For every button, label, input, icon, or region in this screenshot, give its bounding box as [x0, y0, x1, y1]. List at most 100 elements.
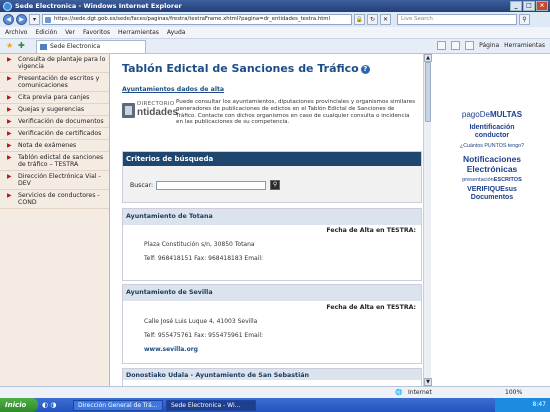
internet-zone-icon: 🌐 [395, 389, 403, 396]
search-icon[interactable]: ⚲ [519, 14, 530, 25]
tab-sede-electronica[interactable]: Sede Electronica [36, 39, 147, 53]
entity-phones: Telf: 968418151 Fax: 968418183 Email: [144, 255, 264, 262]
taskbar-button-dgt[interactable]: Dirección General de Trá... [73, 399, 163, 411]
sidebar-item-dev[interactable]: ▶ Dirección Electrónica Vial - DEV [0, 171, 109, 190]
fecha-alta-label: Fecha de Alta en TESTRA: [326, 227, 416, 234]
maximize-button[interactable]: □ [523, 1, 535, 11]
dropdown-icon[interactable]: ▾ [29, 14, 40, 25]
identificacion-conductor-link[interactable]: Identificación conductor [452, 124, 532, 140]
menu-bar: Archivo Edición Ver Favoritos Herramient… [0, 27, 550, 39]
pago-multas-link[interactable]: pagoDeMULTAS [434, 110, 550, 119]
document-icon [122, 103, 135, 118]
sidebar-item-cita-previa[interactable]: ▶ Cita previa para canjes [0, 92, 109, 104]
entity-name: Donostiako Udala - Ayuntamiento de San S… [123, 369, 421, 380]
taskbar-button-sede[interactable]: Sede Electronica - Wi... [166, 399, 256, 411]
presentacion-escritos-link[interactable]: presentaciónESCRITOS [434, 177, 550, 183]
vertical-scrollbar[interactable]: ▲ ▼ [423, 54, 432, 386]
favorites-star-icon[interactable]: ★ [6, 42, 14, 50]
verifique-documentos-link[interactable]: VERIFIQUEsus Documentos [452, 186, 532, 202]
search-row: Buscar: ⚲ [130, 180, 281, 190]
url-field[interactable]: https://sede.dgt.gob.es/sede/faces/pagin… [42, 14, 352, 25]
clock: 8:47 [532, 401, 546, 408]
menu-archivo[interactable]: Archivo [5, 29, 27, 36]
menu-herramientas[interactable]: Herramientas [118, 29, 159, 36]
arrow-icon: ▶ [7, 56, 12, 63]
notificaciones-electronicas-link[interactable]: Notificaciones Electrónicas [442, 154, 542, 174]
tab-toolbar: ★ ✚ Sede Electronica Página Herramientas [0, 39, 550, 54]
home-icon[interactable] [437, 41, 447, 50]
entity-name: Ayuntamiento de Totana [123, 209, 421, 225]
tools-menu[interactable]: Herramientas [504, 42, 545, 49]
arrow-icon: ▶ [7, 130, 12, 137]
feeds-icon[interactable] [451, 41, 461, 50]
entity-website-link[interactable]: www.sevilla.org [144, 346, 198, 353]
search-header: Criterios de búsqueda [123, 152, 421, 166]
arrow-icon: ▶ [7, 142, 12, 149]
refresh-icon[interactable]: ↻ [367, 14, 378, 25]
menu-favoritos[interactable]: Favoritos [83, 29, 110, 36]
sidebar-item-verificacion-certificados[interactable]: ▶ Verificación de certificados [0, 128, 109, 140]
sidebar-item-cond[interactable]: ▶ Servicios de conductores - COND [0, 190, 109, 209]
entity-name: Ayuntamiento de Sevilla [123, 285, 421, 301]
lock-icon[interactable]: 🔒 [354, 14, 365, 25]
search-panel: Criterios de búsqueda Buscar: ⚲ [122, 151, 422, 203]
right-panel: pagoDeMULTAS Identificación conductor ¿C… [434, 54, 550, 386]
scroll-thumb[interactable] [425, 62, 431, 122]
menu-ayuda[interactable]: Ayuda [167, 29, 186, 36]
ie-icon [3, 1, 12, 11]
menu-ver[interactable]: Ver [65, 29, 75, 36]
sidebar-item-consulta[interactable]: ▶ Consulta de plantaje para lo vigencia [0, 54, 109, 73]
zoom-level[interactable]: 100% [505, 387, 522, 398]
arrow-icon: ▶ [7, 106, 12, 113]
fecha-alta-label: Fecha de Alta en TESTRA: [326, 304, 416, 311]
sidebar-item-quejas[interactable]: ▶ Quejas y sugerencias [0, 104, 109, 116]
arrow-icon: ▶ [7, 173, 12, 180]
entity-card: Ayuntamiento de Totana Fecha de Alta en … [122, 208, 422, 281]
window-title: Sede Electronica - Windows Internet Expl… [15, 2, 182, 10]
entity-address: Plaza Constitución s/n, 30850 Totana [144, 241, 255, 248]
zone-label: Internet [408, 389, 432, 396]
add-favorite-icon[interactable]: ✚ [18, 42, 26, 50]
cuantos-puntos-link[interactable]: ¿Cuántos PUNTOS tengo? [434, 143, 550, 149]
minimize-button[interactable]: _ [510, 1, 522, 11]
entity-address: Calle José Luis Luque 4, 41003 Sevilla [144, 318, 258, 325]
entity-card: Donostiako Udala - Ayuntamiento de San S… [122, 368, 422, 386]
sidebar-item-nota-examenes[interactable]: ▶ Nota de exámenes [0, 140, 109, 152]
quick-launch-icons[interactable]: ◐ ◑ [42, 401, 70, 409]
back-button[interactable]: ◀ [3, 14, 14, 25]
left-sidebar: ▶ Consulta de plantaje para lo vigencia ▶… [0, 54, 110, 386]
help-icon[interactable]: ? [360, 65, 370, 74]
sidebar-item-verificacion-documentos[interactable]: ▶ Verificación de documentos [0, 116, 109, 128]
subtitle-link[interactable]: Ayuntamientos dados de alta [122, 86, 224, 93]
main-content: Tablón Edictal de Sanciones de Tráfico? … [113, 54, 423, 386]
print-icon[interactable] [465, 41, 475, 50]
arrow-icon: ▶ [7, 154, 12, 161]
arrow-icon: ▶ [7, 192, 12, 199]
search-button[interactable]: ⚲ [270, 180, 281, 190]
arrow-icon: ▶ [7, 118, 12, 125]
arrow-icon: ▶ [7, 94, 12, 101]
start-button[interactable]: Inicio [0, 398, 38, 412]
sidebar-item-testra[interactable]: ▶ Tablón edictal de sanciones de tráfico … [0, 152, 109, 171]
entity-phones: Telf: 955475761 Fax: 955475961 Email: [144, 332, 264, 339]
window-titlebar: Sede Electronica - Windows Internet Expl… [0, 0, 550, 12]
search-input[interactable] [156, 180, 267, 190]
forward-button[interactable]: ▶ [16, 14, 27, 25]
taskbar: Inicio ◐ ◑ Dirección General de Trá... S… [0, 398, 550, 412]
sidebar-item-escritos[interactable]: ▶ Presentación de escritos y comunicacion… [0, 73, 109, 92]
close-button[interactable]: × [536, 1, 548, 11]
directorio-entidades-logo: DIRECTORIO ntidades [122, 101, 178, 121]
arrow-icon: ▶ [7, 75, 12, 82]
stop-icon[interactable]: ✕ [380, 14, 391, 25]
scroll-down-icon[interactable]: ▼ [424, 378, 432, 386]
intro-text: Puede consultar los ayuntamientos, diput… [176, 99, 416, 126]
scroll-up-icon[interactable]: ▲ [424, 54, 432, 62]
command-bar: Página Herramientas [437, 41, 545, 50]
system-tray: 8:47 [495, 398, 550, 412]
search-label: Buscar: [130, 181, 154, 189]
live-search-input[interactable]: Live Search [397, 14, 517, 25]
status-bar: 🌐 Internet 100% [0, 386, 550, 398]
menu-edicion[interactable]: Edición [35, 29, 57, 36]
address-bar: ◀ ▶ ▾ https://sede.dgt.gob.es/sede/faces… [0, 12, 550, 27]
page-menu[interactable]: Página [479, 42, 499, 49]
